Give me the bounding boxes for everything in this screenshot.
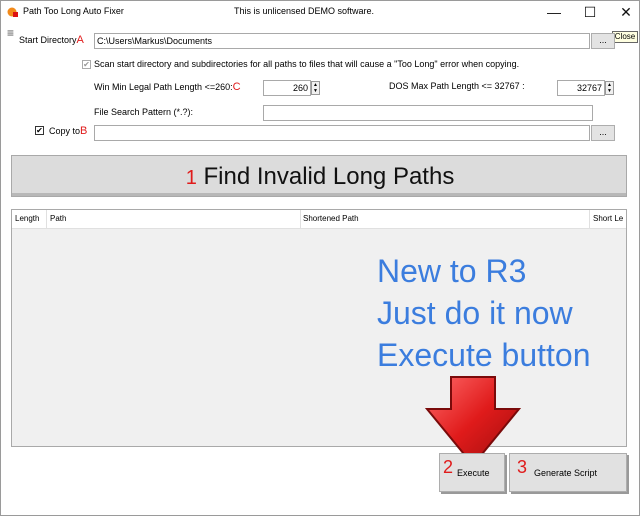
win-min-input[interactable]: 260 <box>263 80 311 96</box>
spinner-down-icon[interactable]: ▼ <box>312 88 319 94</box>
execute-button[interactable]: 2 Execute <box>439 453 505 492</box>
find-invalid-long-paths-button[interactable]: 1 Find Invalid Long Paths <box>11 155 627 197</box>
demo-notice: This is unlicensed DEMO software. <box>234 6 375 16</box>
maximize-button[interactable]: ☐ <box>571 1 609 23</box>
start-directory-browse-button[interactable]: ... <box>591 33 615 49</box>
dos-max-spinner[interactable]: ▲ ▼ <box>605 81 614 95</box>
generate-script-button[interactable]: 3 Generate Script <box>509 453 627 492</box>
copy-to-checkbox[interactable]: ✔ <box>35 126 44 135</box>
marker-b: B <box>80 125 88 137</box>
win-min-spinner[interactable]: ▲ ▼ <box>311 81 320 95</box>
generate-button-label: Generate Script <box>534 468 598 478</box>
execute-button-number: 2 <box>443 457 454 477</box>
minimize-icon: — <box>547 4 561 20</box>
title-bar: Path Too Long Auto Fixer This is unlicen… <box>1 1 639 23</box>
close-icon: ✕ <box>620 3 632 20</box>
app-window: Path Too Long Auto Fixer This is unlicen… <box>0 0 640 516</box>
dos-max-label: DOS Max Path Length <= 32767 : <box>389 81 525 91</box>
find-button-label: Find Invalid Long Paths <box>203 163 455 190</box>
scan-checkbox[interactable]: ✔ <box>82 60 91 69</box>
minimize-button[interactable]: — <box>535 1 573 23</box>
execute-button-label: Execute <box>457 468 490 478</box>
app-icon <box>7 7 18 17</box>
column-length[interactable]: Length <box>15 214 45 223</box>
file-search-input[interactable] <box>263 105 593 121</box>
win-min-label: Win Min Legal Path Length <=260:C <box>94 81 241 93</box>
annotation-line-2: Just do it now <box>377 295 573 331</box>
column-short-length[interactable]: Short Le <box>593 214 626 223</box>
maximize-icon: ☐ <box>583 3 597 20</box>
annotation-line-3: Execute button <box>377 337 591 373</box>
window-title: Path Too Long Auto Fixer <box>23 6 124 16</box>
close-tooltip: Close <box>612 31 638 43</box>
results-table-header: Length Path Shortened Path Short Le <box>12 210 626 229</box>
copy-to-browse-button[interactable]: ... <box>591 125 615 141</box>
find-button-text: 1 Find Invalid Long Paths <box>12 163 628 191</box>
copy-to-label: Copy toB <box>49 125 88 137</box>
annotation-line-1: New to R3 <box>377 253 527 289</box>
close-button[interactable]: ✕ <box>607 1 639 23</box>
column-path[interactable]: Path <box>50 214 300 223</box>
copy-to-input[interactable] <box>94 125 590 141</box>
spinner-down-icon[interactable]: ▼ <box>606 88 613 94</box>
marker-a: A <box>76 34 84 46</box>
start-directory-input[interactable]: C:\Users\Markus\Documents <box>94 33 590 49</box>
marker-c: C <box>232 81 241 93</box>
scan-option-label: Scan start directory and subdirectories … <box>94 59 520 69</box>
find-button-number: 1 <box>185 167 197 189</box>
file-search-label: File Search Pattern (*.?): <box>94 107 194 117</box>
dos-max-input[interactable]: 32767 <box>557 80 605 96</box>
menu-icon[interactable]: ≡ <box>7 26 14 40</box>
column-shortened-path[interactable]: Shortened Path <box>303 214 588 223</box>
start-directory-label: Start DirectoryA <box>19 34 84 46</box>
generate-button-number: 3 <box>517 457 528 477</box>
